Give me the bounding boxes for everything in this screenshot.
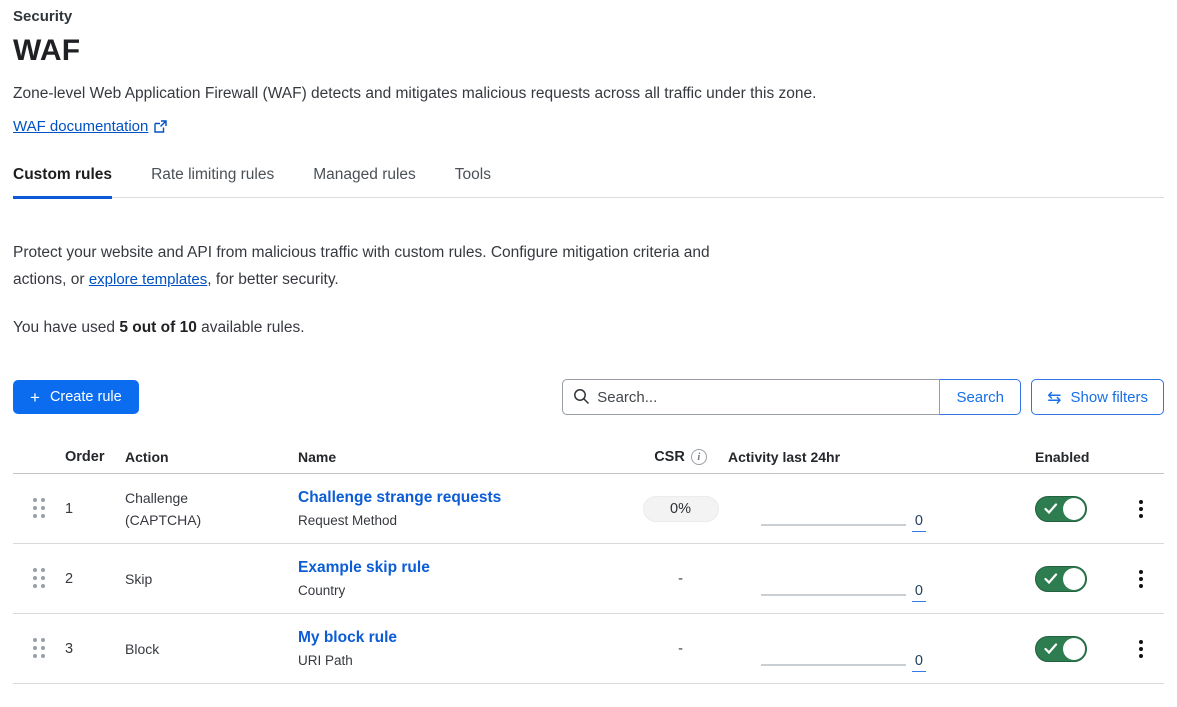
activity-count-link[interactable]: 0: [912, 513, 926, 532]
rule-field: Request Method: [298, 513, 633, 528]
csr-value: -: [633, 571, 728, 587]
tab-managed-rules[interactable]: Managed rules: [313, 166, 416, 197]
activity-sparkline: [761, 524, 906, 526]
breadcrumb: Security: [13, 8, 1164, 25]
usage-suffix: available rules.: [197, 319, 305, 336]
waf-page: Security WAF Zone-level Web Application …: [0, 0, 1177, 684]
waf-documentation-link[interactable]: WAF documentation: [13, 118, 148, 135]
header-csr: CSR: [654, 449, 685, 465]
check-icon: [1044, 572, 1058, 590]
table-row: 1 Challenge (CAPTCHA) Challenge strange …: [13, 474, 1164, 544]
usage-prefix: You have used: [13, 319, 119, 336]
drag-handle-icon[interactable]: [33, 498, 46, 519]
usage-count: 5 out of 10: [119, 319, 197, 336]
intro-text-after: , for better security.: [207, 271, 339, 288]
table-row: 2 Skip Example skip rule Country - 0: [13, 544, 1164, 614]
waf-tabs: Custom rules Rate limiting rules Managed…: [13, 166, 1164, 198]
activity-sparkline: [761, 664, 906, 666]
activity-sparkline: [761, 594, 906, 596]
rules-toolbar: + Create rule Search ⇆ Show filters: [13, 379, 1164, 415]
info-icon[interactable]: i: [691, 449, 707, 465]
search-input[interactable]: [562, 379, 940, 415]
csr-badge: 0%: [643, 496, 719, 522]
custom-rules-intro: Protect your website and API from malici…: [13, 239, 748, 293]
csr-value: -: [633, 641, 728, 657]
rule-action: Block: [125, 638, 298, 660]
activity-count-link[interactable]: 0: [912, 653, 926, 672]
custom-rules-table: Order Action Name CSR i Activity last 24…: [13, 441, 1164, 684]
swap-arrows-icon: ⇆: [1047, 389, 1061, 406]
enabled-toggle[interactable]: [1035, 496, 1087, 522]
rule-order: 3: [65, 641, 125, 657]
rule-action: Skip: [125, 568, 298, 590]
rule-field: URI Path: [298, 653, 633, 668]
rules-usage-text: You have used 5 out of 10 available rule…: [13, 319, 1164, 337]
search-icon: [573, 388, 590, 410]
page-description: Zone-level Web Application Firewall (WAF…: [13, 85, 1164, 103]
rule-name-link[interactable]: Example skip rule: [298, 559, 633, 577]
plus-icon: +: [30, 389, 40, 406]
table-header-row: Order Action Name CSR i Activity last 24…: [13, 441, 1164, 474]
external-link-icon: [154, 120, 167, 133]
show-filters-label: Show filters: [1070, 389, 1148, 406]
header-name: Name: [298, 449, 633, 465]
kebab-menu-icon[interactable]: [1135, 566, 1147, 592]
show-filters-button[interactable]: ⇆ Show filters: [1031, 379, 1164, 415]
check-icon: [1044, 642, 1058, 660]
create-rule-label: Create rule: [50, 389, 122, 405]
create-rule-button[interactable]: + Create rule: [13, 380, 139, 414]
page-title: WAF: [13, 34, 1164, 68]
table-row: 3 Block My block rule URI Path - 0: [13, 614, 1164, 684]
search-button[interactable]: Search: [939, 379, 1021, 415]
enabled-toggle[interactable]: [1035, 636, 1087, 662]
explore-templates-link[interactable]: explore templates: [89, 271, 207, 288]
tab-rate-limiting-rules[interactable]: Rate limiting rules: [151, 166, 274, 197]
tab-tools[interactable]: Tools: [455, 166, 491, 197]
rule-order: 1: [65, 501, 125, 517]
check-icon: [1044, 502, 1058, 520]
rule-field: Country: [298, 583, 633, 598]
header-order: Order: [65, 449, 125, 465]
rule-action: Challenge (CAPTCHA): [125, 487, 298, 531]
tab-custom-rules[interactable]: Custom rules: [13, 166, 112, 197]
activity-count-link[interactable]: 0: [912, 583, 926, 602]
rule-name-link[interactable]: Challenge strange requests: [298, 489, 633, 507]
rule-order: 2: [65, 571, 125, 587]
drag-handle-icon[interactable]: [33, 568, 46, 589]
kebab-menu-icon[interactable]: [1135, 636, 1147, 662]
enabled-toggle[interactable]: [1035, 566, 1087, 592]
rule-name-link[interactable]: My block rule: [298, 629, 633, 647]
header-action: Action: [125, 446, 298, 468]
header-enabled: Enabled: [1035, 449, 1118, 465]
kebab-menu-icon[interactable]: [1135, 496, 1147, 522]
drag-handle-icon[interactable]: [33, 638, 46, 659]
header-activity: Activity last 24hr: [728, 441, 943, 473]
